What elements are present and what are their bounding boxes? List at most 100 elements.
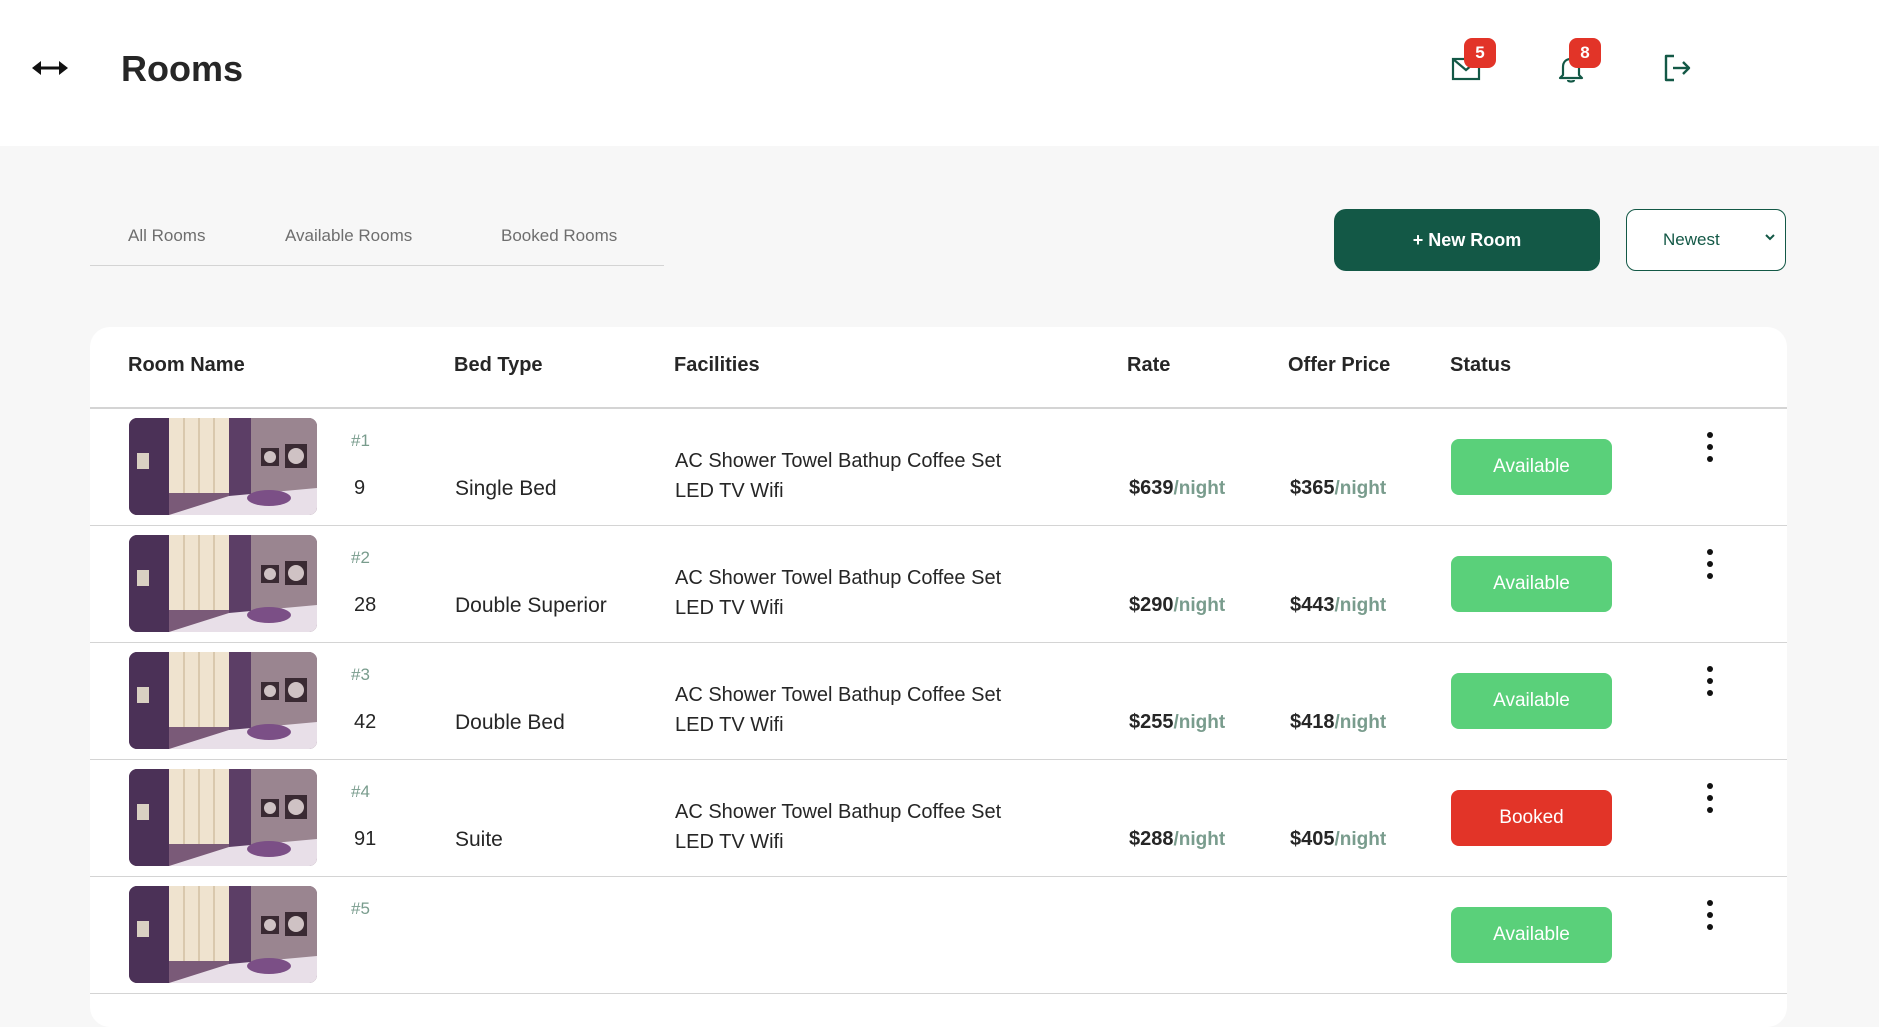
facilities-line-1: AC Shower Towel Bathup Coffee Set	[675, 684, 1002, 706]
vertical-dots-icon	[1707, 432, 1713, 462]
room-photo	[129, 769, 317, 866]
mail-count-badge: 5	[1464, 38, 1496, 68]
facilities-line-1: AC Shower Towel Bathup Coffee Set	[675, 801, 1002, 823]
room-number: 9	[354, 477, 366, 499]
rate-per-night: /night	[1173, 712, 1226, 733]
status-badge[interactable]: Available	[1451, 673, 1612, 729]
row-menu-button[interactable]	[1700, 780, 1720, 816]
facilities-line-2: LED TV Wifi	[675, 597, 784, 619]
offer-price-value: $405	[1290, 828, 1335, 850]
vertical-dots-icon	[1707, 666, 1713, 696]
tab-booked-rooms[interactable]: Booked Rooms	[501, 226, 617, 246]
table-body: #1 9 Single Bed AC Shower Towel Bathup C…	[90, 409, 1787, 994]
facilities-line-1: AC Shower Towel Bathup Coffee Set	[675, 567, 1002, 589]
column-room-name: Room Name	[128, 354, 245, 376]
bed-type: Suite	[455, 828, 503, 851]
rate-per-night: /night	[1173, 829, 1226, 850]
room-number: 91	[354, 828, 377, 850]
table-row[interactable]: #5 Available	[90, 877, 1787, 994]
status-badge[interactable]: Booked	[1451, 790, 1612, 846]
facilities: AC Shower Towel Bathup Coffee Set LED TV…	[675, 446, 1095, 506]
room-photo	[129, 418, 317, 515]
room-number: 42	[354, 711, 377, 733]
row-menu-button[interactable]	[1700, 429, 1720, 465]
vertical-dots-icon	[1707, 549, 1713, 579]
new-room-button[interactable]: + New Room	[1334, 209, 1600, 271]
status-badge[interactable]: Available	[1451, 907, 1612, 963]
horizontal-arrows-icon[interactable]	[32, 56, 68, 80]
notification-count-badge: 8	[1569, 38, 1601, 68]
room-id: #1	[351, 431, 370, 450]
column-offer-price: Offer Price	[1288, 354, 1391, 376]
column-status: Status	[1450, 354, 1512, 376]
offer-price: $405/night	[1290, 828, 1386, 851]
offer-per-night: /night	[1334, 829, 1387, 850]
rate-value: $288	[1129, 828, 1174, 850]
bed-type: Double Bed	[455, 711, 565, 734]
offer-price-value: $418	[1290, 711, 1335, 733]
vertical-dots-icon	[1707, 900, 1713, 930]
room-id: #3	[351, 665, 370, 684]
offer-price: $418/night	[1290, 711, 1386, 734]
rate-value: $639	[1129, 477, 1174, 499]
sort-selected-value: Newest	[1663, 230, 1720, 249]
row-menu-button[interactable]	[1700, 897, 1720, 933]
tab-available-rooms[interactable]: Available Rooms	[285, 226, 412, 246]
rate: $639/night	[1129, 477, 1225, 500]
row-menu-button[interactable]	[1700, 546, 1720, 582]
table-row[interactable]: #3 42 Double Bed AC Shower Towel Bathup …	[90, 643, 1787, 760]
rate-per-night: /night	[1173, 478, 1226, 499]
table-row[interactable]: #2 28 Double Superior AC Shower Towel Ba…	[90, 526, 1787, 643]
facilities: AC Shower Towel Bathup Coffee Set LED TV…	[675, 563, 1095, 623]
bed-type: Double Superior	[455, 594, 607, 617]
status-badge[interactable]: Available	[1451, 556, 1612, 612]
rate: $255/night	[1129, 711, 1225, 734]
top-bar: Rooms 5 8	[0, 0, 1879, 146]
facilities-line-1: AC Shower Towel Bathup Coffee Set	[675, 450, 1002, 472]
offer-price: $365/night	[1290, 477, 1386, 500]
facilities: AC Shower Towel Bathup Coffee Set LED TV…	[675, 680, 1095, 740]
rate: $290/night	[1129, 594, 1225, 617]
table-row[interactable]: #1 9 Single Bed AC Shower Towel Bathup C…	[90, 409, 1787, 526]
facilities-line-2: LED TV Wifi	[675, 714, 784, 736]
column-rate: Rate	[1127, 354, 1171, 376]
offer-price-value: $365	[1290, 477, 1335, 499]
sort-select[interactable]: Newest	[1626, 209, 1786, 271]
bed-type: Single Bed	[455, 477, 557, 500]
room-id: #5	[351, 899, 370, 918]
offer-per-night: /night	[1334, 712, 1387, 733]
room-photo	[129, 886, 317, 983]
room-id: #2	[351, 548, 370, 567]
column-facilities: Facilities	[674, 354, 760, 376]
room-id: #4	[351, 782, 370, 801]
room-photo	[129, 535, 317, 632]
offer-per-night: /night	[1334, 478, 1387, 499]
offer-price: $443/night	[1290, 594, 1386, 617]
logout-icon	[1664, 54, 1691, 82]
rate-value: $290	[1129, 594, 1174, 616]
room-number: 28	[354, 594, 377, 616]
table-row[interactable]: #4 91 Suite AC Shower Towel Bathup Coffe…	[90, 760, 1787, 877]
row-menu-button[interactable]	[1700, 663, 1720, 699]
column-bed-type: Bed Type	[454, 354, 543, 376]
rate-per-night: /night	[1173, 595, 1226, 616]
chevron-down-icon	[1765, 234, 1775, 241]
offer-per-night: /night	[1334, 595, 1387, 616]
offer-price-value: $443	[1290, 594, 1335, 616]
room-photo	[129, 652, 317, 749]
notifications-button[interactable]: 8	[1555, 38, 1601, 84]
rooms-table: Room Name Bed Type Facilities Rate Offer…	[90, 327, 1787, 1027]
rate-value: $255	[1129, 711, 1174, 733]
facilities-line-2: LED TV Wifi	[675, 831, 784, 853]
mail-button[interactable]: 5	[1450, 38, 1496, 84]
facilities-line-2: LED TV Wifi	[675, 480, 784, 502]
logout-button[interactable]	[1661, 52, 1693, 84]
room-filter-tabs: All Rooms Available Rooms Booked Rooms	[90, 214, 664, 266]
vertical-dots-icon	[1707, 783, 1713, 813]
page-title: Rooms	[121, 48, 244, 89]
rate: $288/night	[1129, 828, 1225, 851]
status-badge[interactable]: Available	[1451, 439, 1612, 495]
tab-all-rooms[interactable]: All Rooms	[128, 226, 205, 246]
table-header: Room Name Bed Type Facilities Rate Offer…	[90, 327, 1787, 409]
facilities: AC Shower Towel Bathup Coffee Set LED TV…	[675, 797, 1095, 857]
